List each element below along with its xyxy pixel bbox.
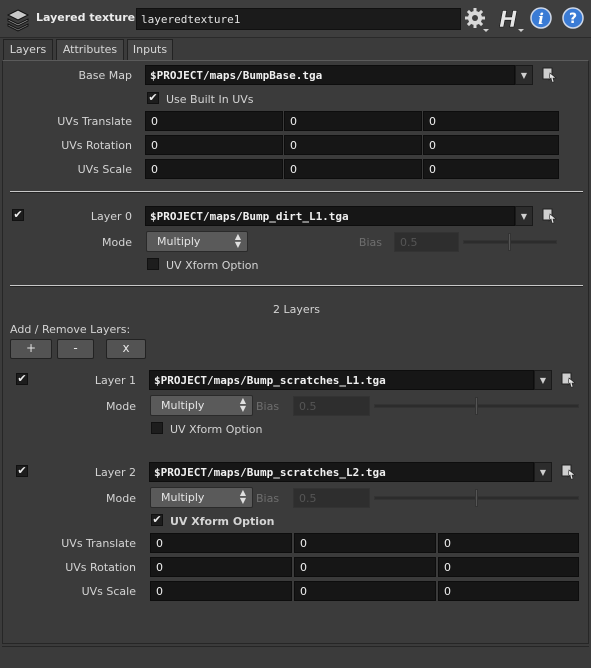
layer2-uv-translate-label: UVs Translate [61, 537, 136, 550]
base-uv-rotation-x[interactable]: 0 [145, 135, 283, 155]
base-uv-scale-label: UVs Scale [77, 163, 132, 176]
svg-text:H: H [499, 8, 517, 32]
base-uv-scale-x[interactable]: 0 [145, 159, 283, 179]
layer2-uv-rotation-z[interactable]: 0 [438, 557, 579, 577]
use-builtin-uvs-checkbox[interactable]: ✔ [147, 92, 159, 104]
add-layer-button[interactable]: + [10, 339, 52, 359]
layer2-uv-xform-checkbox[interactable]: ✔ [151, 514, 163, 526]
layer0-mode-select[interactable]: Multiply ▲ ▼ [146, 231, 248, 252]
chevron-down-icon[interactable]: ▼ [515, 65, 533, 85]
layer1-mode-select[interactable]: Multiply ▲ ▼ [150, 395, 253, 416]
layer0-bias-field[interactable]: 0.5 [394, 232, 459, 252]
chevron-down-icon[interactable]: ▼ [534, 462, 552, 482]
tab-attributes[interactable]: Attributes [56, 39, 124, 60]
layer0-bias-label: Bias [358, 236, 382, 249]
layer2-file-field[interactable]: $PROJECT/maps/Bump_scratches_L2.tga [149, 462, 534, 482]
file-browse-icon[interactable] [542, 208, 558, 224]
layer-count-label: 2 Layers [273, 303, 320, 316]
layer2-uv-scale-label: UVs Scale [81, 585, 136, 598]
layers-icon[interactable] [6, 8, 30, 32]
node-name-field[interactable]: layeredtexture1 [136, 8, 461, 30]
layer0-uv-xform-label: UV Xform Option [166, 259, 259, 272]
base-uv-rotation-y[interactable]: 0 [284, 135, 422, 155]
updown-arrows-icon: ▲ ▼ [239, 396, 246, 413]
houdini-help-icon[interactable]: H [497, 6, 524, 33]
tab-inputs[interactable]: Inputs [127, 39, 173, 60]
layer0-file-field[interactable]: $PROJECT/maps/Bump_dirt_L1.tga [145, 206, 515, 226]
layer1-mode-label: Mode [106, 400, 136, 413]
base-uv-scale-z[interactable]: 0 [423, 159, 559, 179]
layer2-uv-xform-label: UV Xform Option [170, 515, 275, 528]
base-map-field[interactable]: $PROJECT/maps/BumpBase.tga [145, 65, 515, 85]
layer2-bias-label: Bias [256, 492, 280, 505]
layer1-enable-checkbox[interactable]: ✔ [16, 373, 28, 385]
layer1-bias-label: Bias [256, 400, 280, 413]
clear-layers-button[interactable]: x [106, 339, 146, 359]
layer2-mode-value: Multiply [161, 491, 205, 504]
base-uv-translate-x[interactable]: 0 [145, 111, 283, 131]
layer2-label: Layer 2 [94, 466, 136, 479]
base-uv-scale-y[interactable]: 0 [284, 159, 422, 179]
layer2-uv-translate-z[interactable]: 0 [438, 533, 579, 553]
svg-text:?: ? [569, 11, 577, 27]
chevron-down-icon[interactable]: ▼ [515, 206, 533, 226]
layer2-mode-label: Mode [106, 492, 136, 505]
updown-arrows-icon: ▲ ▼ [239, 488, 246, 505]
updown-arrows-icon: ▲ ▼ [234, 232, 241, 249]
layer1-uv-xform-checkbox[interactable] [151, 422, 163, 434]
layer0-enable-checkbox[interactable]: ✔ [12, 209, 24, 221]
layer2-bias-slider-handle[interactable] [474, 489, 478, 507]
chevron-down-icon[interactable]: ▼ [534, 370, 552, 390]
layer1-uv-xform-label: UV Xform Option [170, 423, 263, 436]
separator [10, 191, 583, 193]
use-builtin-uvs-label: Use Built In UVs [166, 93, 254, 106]
base-uv-translate-y[interactable]: 0 [284, 111, 422, 131]
layer2-mode-select[interactable]: Multiply ▲ ▼ [150, 487, 253, 508]
base-map-label: Base Map [78, 69, 133, 82]
separator [10, 285, 583, 287]
remove-layer-button[interactable]: - [57, 339, 94, 359]
layer0-uv-xform-checkbox[interactable] [147, 258, 159, 270]
info-icon[interactable]: i [529, 6, 555, 32]
layer2-uv-translate-y[interactable]: 0 [294, 533, 436, 553]
status-bar [2, 646, 589, 665]
layer0-mode-label: Mode [102, 236, 132, 249]
layer2-uv-scale-x[interactable]: 0 [150, 581, 292, 601]
layer2-uv-scale-z[interactable]: 0 [438, 581, 579, 601]
layer2-uv-rotation-label: UVs Rotation [65, 561, 136, 574]
layer1-label: Layer 1 [94, 374, 136, 387]
layer2-uv-scale-y[interactable]: 0 [294, 581, 436, 601]
layer0-label: Layer 0 [90, 210, 132, 223]
file-browse-icon[interactable] [561, 464, 577, 480]
base-uv-translate-z[interactable]: 0 [423, 111, 559, 131]
file-browse-icon[interactable] [561, 372, 577, 388]
add-remove-layers-label: Add / Remove Layers: [10, 323, 131, 336]
layer1-file-field[interactable]: $PROJECT/maps/Bump_scratches_L1.tga [149, 370, 534, 390]
layer1-bias-field[interactable]: 0.5 [293, 396, 370, 416]
layer2-uv-rotation-x[interactable]: 0 [150, 557, 292, 577]
layer1-bias-slider-handle[interactable] [474, 397, 478, 415]
layer0-mode-value: Multiply [157, 235, 201, 248]
svg-text:i: i [538, 10, 544, 28]
gear-icon[interactable] [463, 6, 489, 32]
tab-layers[interactable]: Layers [3, 39, 53, 61]
base-uv-translate-label: UVs Translate [57, 115, 132, 128]
file-browse-icon[interactable] [542, 67, 558, 83]
tab-bar: Layers Attributes Inputs [0, 38, 591, 61]
parameter-header: Layered texture layeredtexture1 H i ? [0, 0, 591, 38]
layer1-mode-value: Multiply [161, 399, 205, 412]
layer2-bias-field[interactable]: 0.5 [293, 488, 370, 508]
layer0-bias-slider-handle[interactable] [508, 233, 511, 251]
base-uv-rotation-label: UVs Rotation [61, 139, 132, 152]
layer2-uv-rotation-y[interactable]: 0 [294, 557, 436, 577]
layer2-enable-checkbox[interactable]: ✔ [16, 465, 28, 477]
base-uv-rotation-z[interactable]: 0 [423, 135, 559, 155]
layer2-uv-translate-x[interactable]: 0 [150, 533, 292, 553]
node-type-label: Layered texture [36, 11, 136, 24]
help-icon[interactable]: ? [561, 6, 587, 32]
